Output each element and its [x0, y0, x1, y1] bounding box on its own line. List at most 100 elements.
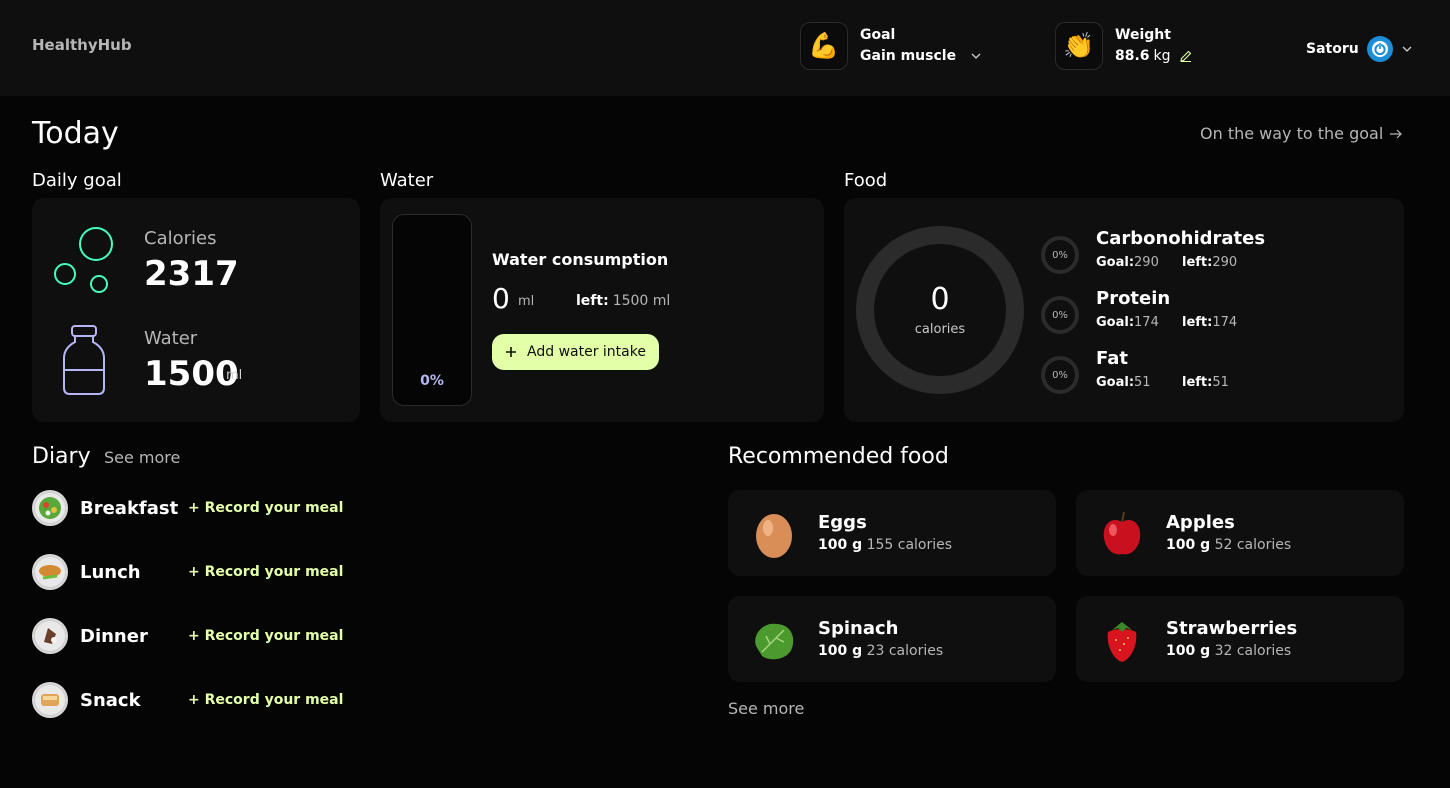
diary-title: Diary	[32, 444, 91, 469]
add-water-label: Add water intake	[527, 344, 646, 360]
weight-icon-box[interactable]: 👏	[1055, 22, 1103, 70]
water-left-value: 1500 ml	[612, 293, 671, 309]
macro-goal-label: Goal:	[1096, 315, 1135, 330]
record-meal-button[interactable]: + Record your meal	[188, 628, 343, 644]
macro-left-label: left:	[1182, 255, 1213, 270]
food-amount: 100 g	[818, 643, 863, 659]
macro-progress-circle: 0%	[1041, 296, 1079, 334]
food-details: 100 g 155 calories	[818, 537, 952, 553]
food-item-card[interactable]: Strawberries 100 g 32 calories	[1076, 596, 1404, 682]
macro-percent: 0%	[1052, 309, 1068, 321]
water-card: 0% Water consumption 0 ml left: 1500 ml …	[380, 198, 824, 422]
macro-left: left:174	[1182, 315, 1237, 330]
water-left: left: 1500 ml	[576, 293, 670, 309]
user-name: Satoru	[1306, 41, 1359, 57]
dinner-plate-icon	[32, 618, 68, 654]
top-header: HealthyHub 💪 Goal Gain muscle 👏 Weight 8…	[0, 0, 1450, 96]
macro-left-label: left:	[1182, 375, 1213, 390]
macro-goal-label: Goal:	[1096, 255, 1135, 270]
bubbles-icon	[54, 227, 113, 293]
daily-goal-card: Calories 2317 Water 1500 ml	[32, 198, 360, 422]
record-meal-button[interactable]: + Record your meal	[188, 500, 343, 516]
meal-row-breakfast: Breakfast + Record your meal	[32, 490, 343, 526]
diary-see-more-link[interactable]: See more	[104, 448, 180, 467]
food-calories: 23 calories	[866, 643, 944, 659]
macro-percent: 0%	[1052, 249, 1068, 261]
water-consumed-unit: ml	[518, 294, 535, 309]
goal-link[interactable]: On the way to the goal	[1200, 124, 1403, 143]
chevron-down-icon	[1402, 46, 1412, 52]
food-item-card[interactable]: Apples 100 g 52 calories	[1076, 490, 1404, 576]
chevron-down-icon	[971, 53, 981, 59]
macro-left-value: 290	[1212, 255, 1238, 270]
macro-left-value: 51	[1212, 375, 1229, 390]
food-name: Apples	[1166, 512, 1235, 533]
avatar	[1366, 36, 1393, 62]
food-name: Eggs	[818, 512, 867, 533]
power-icon	[1371, 41, 1388, 57]
food-item-card[interactable]: Eggs 100 g 155 calories	[728, 490, 1056, 576]
record-meal-button[interactable]: + Record your meal	[188, 564, 343, 580]
meal-name: Lunch	[80, 561, 141, 583]
food-details: 100 g 52 calories	[1166, 537, 1291, 553]
page-title: Today	[32, 116, 119, 151]
weight-unit: kg	[1153, 48, 1171, 64]
calories-ring-label: calories	[914, 322, 966, 337]
macro-left-value: 174	[1212, 315, 1238, 330]
macro-left: left:290	[1182, 255, 1237, 270]
water-percent: 0%	[420, 373, 444, 389]
water-level-bar: 0%	[392, 214, 472, 406]
goal-selector[interactable]: Gain muscle	[860, 48, 982, 64]
weight-value: 88.6	[1115, 48, 1150, 64]
food-amount: 100 g	[818, 537, 863, 553]
waving-hands-icon: 👏	[1063, 31, 1095, 60]
water-left-label: left:	[576, 293, 609, 309]
goal-icon-box[interactable]: 💪	[800, 22, 848, 70]
water-goal-value: 1500	[144, 354, 239, 394]
strawberry-icon	[1107, 622, 1137, 662]
recommended-see-more-link[interactable]: See more	[728, 699, 804, 718]
water-consumed-value: 0	[492, 282, 510, 315]
water-consumption-title: Water consumption	[492, 250, 669, 269]
apple-icon	[1103, 511, 1141, 555]
goal-link-label: On the way to the goal	[1200, 124, 1384, 143]
meal-name: Dinner	[80, 625, 148, 647]
flexed-biceps-icon: 💪	[808, 31, 840, 60]
macro-name: Carbonohidrates	[1096, 228, 1266, 249]
macro-left-label: left:	[1182, 315, 1213, 330]
calories-value: 2317	[144, 254, 239, 294]
logo[interactable]: HealthyHub	[32, 36, 132, 54]
macro-name: Fat	[1096, 348, 1128, 369]
goal-label: Goal	[860, 27, 896, 43]
macro-progress-circle: 0%	[1041, 236, 1079, 274]
food-calories: 155 calories	[866, 537, 953, 553]
water-goal-unit: ml	[226, 368, 243, 383]
macro-goal: Goal:51	[1096, 375, 1151, 390]
food-amount: 100 g	[1166, 643, 1211, 659]
macro-goal: Goal:290	[1096, 255, 1159, 270]
food-item-card[interactable]: Spinach 100 g 23 calories	[728, 596, 1056, 682]
record-meal-button[interactable]: + Record your meal	[188, 692, 343, 708]
macro-name: Protein	[1096, 288, 1171, 309]
arrow-right-icon	[1390, 129, 1403, 138]
lunch-plate-icon	[32, 554, 68, 590]
food-card: 0 calories 0% Carbonohidrates Goal:290 l…	[844, 198, 1404, 422]
meal-row-snack: Snack + Record your meal	[32, 682, 343, 718]
pencil-edit-icon[interactable]	[1179, 49, 1193, 63]
food-calories: 32 calories	[1214, 643, 1292, 659]
food-heading: Food	[844, 170, 888, 191]
meal-name: Snack	[80, 689, 141, 711]
food-name: Strawberries	[1166, 618, 1298, 639]
egg-icon	[756, 514, 792, 558]
weight-value-row: 88.6 kg	[1115, 48, 1193, 64]
calories-label: Calories	[144, 228, 217, 249]
macro-percent: 0%	[1052, 369, 1068, 381]
add-water-button[interactable]: Add water intake	[492, 334, 659, 370]
food-name: Spinach	[818, 618, 899, 639]
snack-plate-icon	[32, 682, 68, 718]
daily-goal-heading: Daily goal	[32, 170, 122, 191]
food-amount: 100 g	[1166, 537, 1211, 553]
calories-consumed: 0	[930, 282, 950, 317]
user-menu[interactable]: Satoru	[1306, 36, 1413, 62]
macro-progress-circle: 0%	[1041, 356, 1079, 394]
